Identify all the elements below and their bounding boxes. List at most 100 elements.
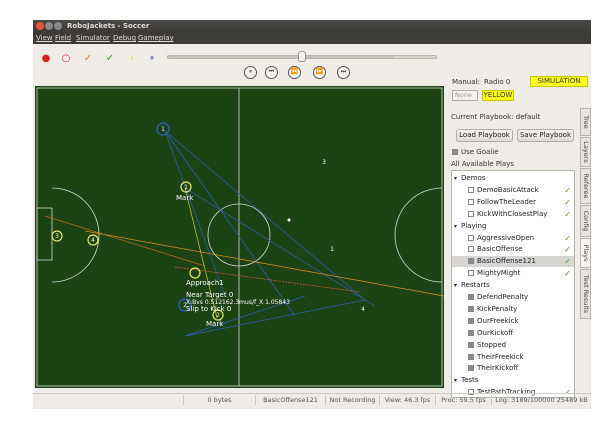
field-label: Near Target 0 [186, 291, 233, 299]
tree-item[interactable]: TheirKickoff [452, 363, 574, 374]
step-back-icon[interactable]: ⏮ [265, 66, 278, 79]
status-recording: Not Recording [325, 395, 379, 405]
tab-test-results[interactable]: Test Results [580, 269, 591, 319]
app-window: RoboJackets - Soccer View Field Simulato… [33, 20, 591, 409]
menu-bar: View Field Simulator Debug Gameplay [33, 33, 591, 44]
tab-tree[interactable]: Tree [580, 108, 591, 136]
tree-group-label: Restarts [461, 281, 490, 290]
tree-item[interactable]: BasicOffense121 ✓ [452, 256, 574, 268]
tree-item[interactable]: FollowTheLeader ✓ [452, 197, 574, 208]
menu-debug[interactable]: Debug [113, 34, 136, 42]
status-proc-fps: Proc: 59.5 fps [435, 395, 491, 405]
use-goalie-checkbox[interactable] [452, 149, 458, 155]
play-checkbox[interactable] [468, 305, 474, 312]
save-playbook-button[interactable]: Save Playbook [517, 129, 574, 142]
tree-item[interactable]: KickPenalty [452, 304, 574, 315]
menu-view[interactable]: View [36, 34, 53, 42]
tree-item[interactable]: DefendPenalty [452, 292, 574, 303]
expand-arrow-icon[interactable]: ▾ [454, 375, 457, 386]
title-bar: RoboJackets - Soccer [33, 20, 591, 33]
red-dot-icon[interactable]: ● [39, 53, 53, 64]
close-window-icon[interactable] [36, 22, 44, 30]
play-checkbox[interactable] [468, 186, 474, 193]
tab-referee[interactable]: Referee [580, 168, 591, 204]
play-checkbox[interactable] [468, 341, 474, 348]
tree-group[interactable]: ▾ Playing [452, 221, 574, 232]
tab-config[interactable]: Config [580, 205, 591, 237]
plays-tree[interactable]: ▾ Demos DemoBasicAttack ✓ FollowTheLeader ✓ Ki… [451, 170, 575, 398]
play-checkbox[interactable] [468, 234, 474, 241]
maximize-window-icon[interactable] [54, 22, 62, 30]
tree-group[interactable]: ▾ Tests [452, 375, 574, 386]
tree-item[interactable]: OurFreekick [452, 316, 574, 327]
play-label: FollowTheLeader [477, 197, 536, 206]
tab-label: Test Results [581, 274, 590, 314]
load-playbook-button[interactable]: Load Playbook [456, 129, 513, 142]
tree-group[interactable]: ▾ Demos [452, 173, 574, 184]
tree-item[interactable]: Stopped [452, 340, 574, 351]
tree-item[interactable]: BasicOffense ✓ [452, 244, 574, 255]
robot-yellow-label: 3 [55, 233, 59, 240]
check-icon[interactable]: ✓ [81, 53, 95, 64]
tree-item[interactable]: AggressiveOpen ✓ [452, 233, 574, 244]
play-checkbox[interactable] [468, 353, 474, 360]
play-checkbox[interactable] [468, 317, 474, 324]
play-checkbox[interactable] [468, 270, 474, 277]
field-label: Mark [206, 320, 224, 328]
ball [287, 218, 291, 222]
fast-forward-icon[interactable]: ⏩ [313, 66, 326, 79]
tree-item[interactable]: KickWithClosestPlay ✓ [452, 209, 574, 220]
tree-group-label: Tests [461, 376, 479, 385]
menu-field[interactable]: Field [55, 34, 71, 42]
play-label: TheirKickoff [477, 364, 519, 373]
tree-item[interactable]: TheirFreekick [452, 352, 574, 363]
play-label: Stopped [477, 340, 507, 349]
soccer-field[interactable]: 1 2 3 4 1 2 3 4 1 Mark Approach1 Near Ta… [35, 86, 445, 388]
play-checkbox[interactable] [468, 198, 474, 205]
yellow-arrow-icon[interactable]: › [125, 53, 139, 64]
blue-dot-icon[interactable]: ∘ [145, 53, 159, 64]
vertical-tabs: Tree Layers Referee Config Plays Test Results [580, 108, 591, 319]
tab-layers[interactable]: Layers [580, 137, 591, 167]
green-check-icon[interactable]: ✓ [103, 53, 117, 64]
play-checkbox[interactable] [468, 210, 474, 217]
menu-simulator[interactable]: Simulator [76, 34, 110, 42]
pause-icon[interactable]: ⏸ [244, 66, 257, 79]
tab-label: Layers [581, 141, 590, 163]
robot-blue-label: 4 [361, 306, 365, 313]
all-plays-label: All Available Plays [451, 160, 515, 168]
step-forward-icon[interactable]: ⏭ [337, 66, 350, 79]
robot-yellow-label: 2 [216, 312, 220, 319]
play-checkbox[interactable] [468, 329, 474, 336]
play-checkbox[interactable] [468, 258, 474, 265]
play-label: AggressiveOpen [477, 233, 535, 242]
red-circle-icon[interactable]: ○ [59, 53, 73, 64]
rewind-icon[interactable]: ⏪ [288, 66, 301, 79]
tab-plays[interactable]: Plays [580, 238, 591, 268]
play-checkbox[interactable] [468, 246, 474, 253]
expand-arrow-icon[interactable]: ▾ [454, 221, 457, 232]
play-valid-check-icon: ✓ [564, 197, 571, 207]
play-checkbox[interactable] [468, 294, 474, 300]
minimize-window-icon[interactable] [45, 22, 53, 30]
tab-label: Referee [581, 173, 590, 199]
menu-gameplay[interactable]: Gameplay [138, 34, 174, 42]
tree-item[interactable]: DemoBasicAttack ✓ [452, 185, 574, 196]
field-label: Approach1 [186, 279, 224, 287]
team-select[interactable]: None [452, 90, 478, 101]
play-label: BasicOffense121 [477, 257, 536, 266]
tree-item[interactable]: OurKickoff [452, 328, 574, 339]
robot-yellow-5[interactable] [189, 267, 201, 279]
team-color-badge[interactable]: YELLOW [482, 90, 514, 101]
play-label: KickWithClosestPlay [477, 209, 548, 218]
field-overlay-text: X:Bvs 0.512162.3mus/f_X 1.05843 [186, 299, 290, 306]
expand-arrow-icon[interactable]: ▾ [454, 280, 457, 291]
timeline-slider-handle[interactable] [298, 51, 306, 62]
field-label: Mark [176, 194, 194, 202]
current-playbook-label: Current Playbook: default [451, 113, 541, 121]
play-valid-check-icon: ✓ [564, 257, 571, 267]
tree-item[interactable]: MightyMight ✓ [452, 268, 574, 279]
tree-group[interactable]: ▾ Restarts [452, 280, 574, 291]
expand-arrow-icon[interactable]: ▾ [454, 173, 457, 184]
play-checkbox[interactable] [468, 365, 474, 372]
